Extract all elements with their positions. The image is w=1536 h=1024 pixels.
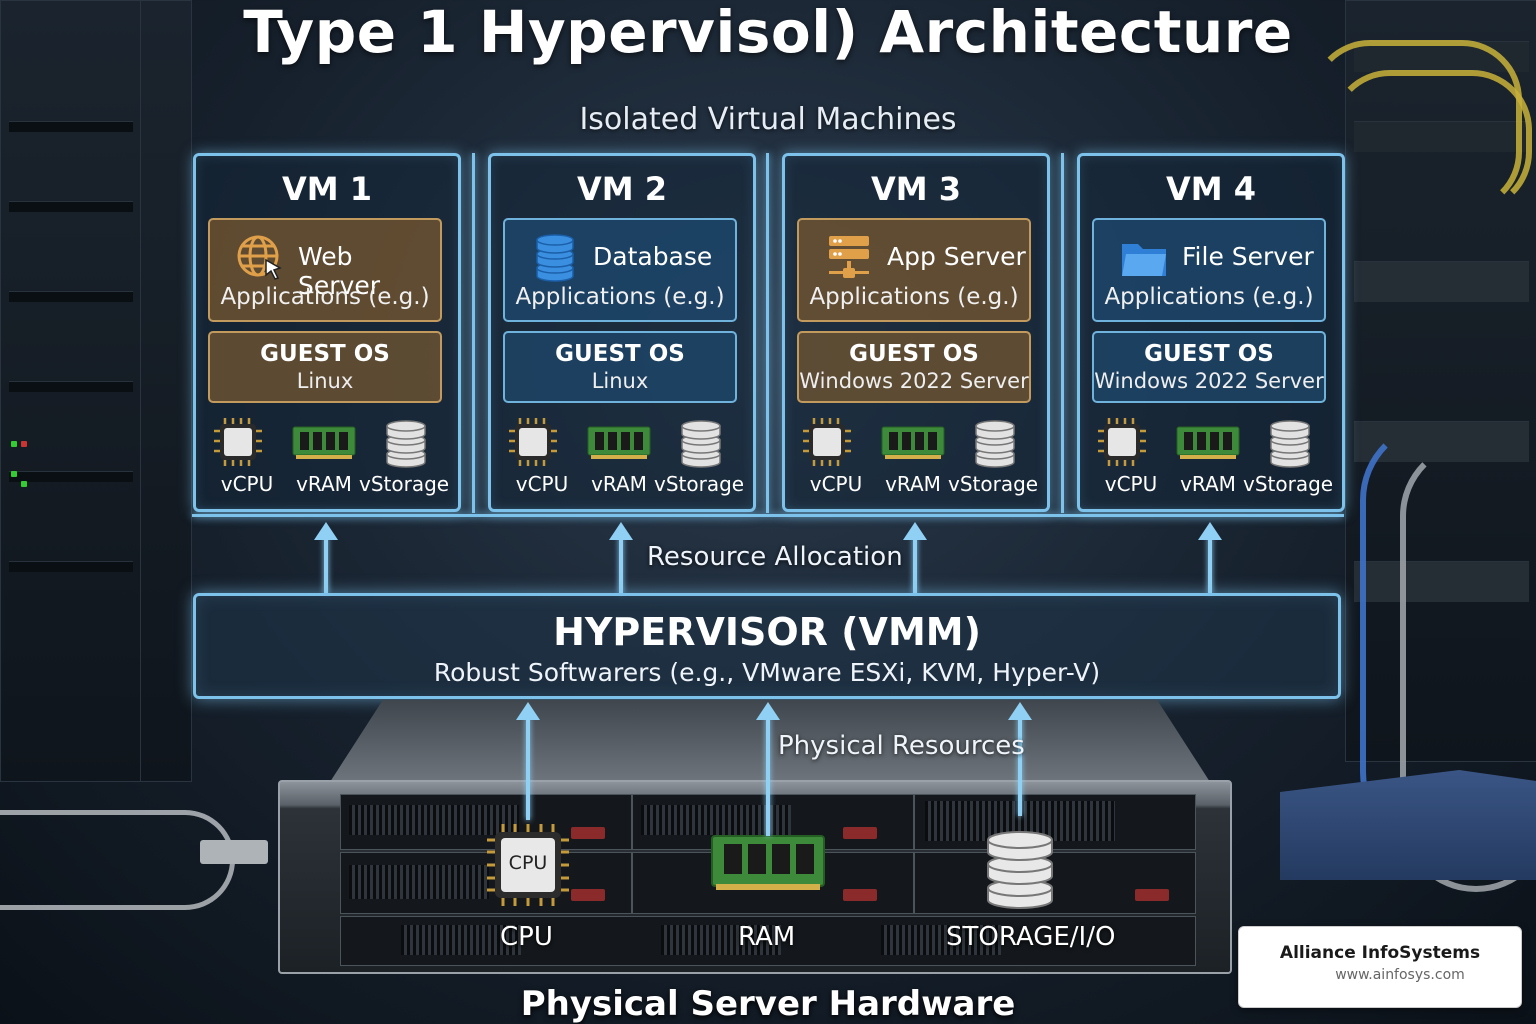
vstorage-icon xyxy=(679,418,743,468)
guest-os-box: GUEST OS Windows 2022 Server xyxy=(797,331,1031,403)
usb-plug xyxy=(200,840,268,864)
vcpu-icon xyxy=(213,417,277,466)
arrow-to-vm-4 xyxy=(1198,522,1222,594)
hypervisor-subtitle: Robust Softwarers (e.g., VMware ESXi, KV… xyxy=(433,658,1101,687)
application-name: App Server xyxy=(887,242,1026,271)
folder-icon xyxy=(1120,234,1168,282)
arrow-cpu-to-hypervisor xyxy=(516,702,540,820)
resource-label: vRAM xyxy=(591,472,647,496)
application-box: App Server Applications (e.g.) xyxy=(797,218,1031,322)
vcpu-icon xyxy=(1097,417,1161,466)
yellow-cables-2 xyxy=(1330,70,1532,212)
vm-title: VM 2 xyxy=(576,170,667,208)
application-box: Database Applications (e.g.) xyxy=(503,218,737,322)
storage-disk-icon xyxy=(987,831,1053,909)
vram-icon xyxy=(881,423,945,471)
vm-1-box: VM 1 Web Server Applications (e.g.) GUES… xyxy=(193,153,461,512)
application-subtitle: Applications (e.g.) xyxy=(1104,284,1314,310)
diagram-title: Type 1 Hypervisol) Architecture xyxy=(243,0,1293,66)
vm-baseline xyxy=(192,514,1344,517)
application-subtitle: Applications (e.g.) xyxy=(809,284,1019,310)
vm-4-box: VM 4 File Server Applications (e.g.) GUE… xyxy=(1077,153,1345,512)
brand-badge[interactable]: Alliance InfoSystems www.ainfosys.com xyxy=(1238,926,1522,1008)
resource-label: vStorage xyxy=(359,472,450,496)
guest-os-name: Linux xyxy=(296,369,354,393)
cpu-chip-label: CPU xyxy=(508,852,548,874)
application-box: Web Server Applications (e.g.) xyxy=(208,218,442,322)
guest-os-box: GUEST OS Linux xyxy=(208,331,442,403)
guest-os-title: GUEST OS xyxy=(1144,341,1274,367)
ram-label: RAM xyxy=(738,922,796,952)
cpu-label: CPU xyxy=(500,922,553,952)
hypervisor-box: HYPERVISOR (VMM) Robust Softwarers (e.g.… xyxy=(193,593,1341,699)
vm-separator xyxy=(1061,153,1064,513)
application-box: File Server Applications (e.g.) xyxy=(1092,218,1326,322)
guest-os-title: GUEST OS xyxy=(555,341,685,367)
resource-label: vStorage xyxy=(948,472,1039,496)
resource-label: vStorage xyxy=(654,472,745,496)
resource-label: vRAM xyxy=(1180,472,1236,496)
vm-title: VM 3 xyxy=(870,170,961,208)
vram-icon xyxy=(587,423,651,471)
physical-resources-label: Physical Resources xyxy=(778,731,1025,761)
storage-label: STORAGE/I/O xyxy=(946,922,1116,952)
ram-module-icon xyxy=(711,835,825,890)
resource-label: vRAM xyxy=(296,472,352,496)
guest-os-title: GUEST OS xyxy=(849,341,979,367)
vstorage-icon xyxy=(384,418,448,468)
resource-label: vRAM xyxy=(885,472,941,496)
diagram-subtitle: Isolated Virtual Machines xyxy=(579,102,957,137)
vm-title: VM 4 xyxy=(1165,170,1256,208)
vm-2-box: VM 2 Database Applications (e.g.) GUEST … xyxy=(488,153,756,512)
guest-os-box: GUEST OS Linux xyxy=(503,331,737,403)
arrow-to-vm-2 xyxy=(609,522,633,594)
vm-title: VM 1 xyxy=(281,170,372,208)
arrow-ram-to-hypervisor xyxy=(756,702,780,836)
application-name: Database xyxy=(593,242,713,271)
application-subtitle: Applications (e.g.) xyxy=(220,284,430,310)
application-name: File Server xyxy=(1182,242,1314,271)
brand-url[interactable]: www.ainfosys.com xyxy=(1239,967,1521,983)
vm-separator xyxy=(472,153,475,513)
resource-allocation-label: Resource Allocation xyxy=(647,542,903,572)
globe-cursor-icon xyxy=(236,234,284,282)
guest-os-box: GUEST OS Windows 2022 Server xyxy=(1092,331,1326,403)
vcpu-icon xyxy=(508,417,572,466)
hypervisor-title: HYPERVISOR (VMM) xyxy=(553,610,981,654)
vstorage-icon xyxy=(1268,418,1332,468)
database-icon xyxy=(531,234,579,282)
resource-label: vStorage xyxy=(1243,472,1334,496)
vcpu-icon xyxy=(802,417,866,466)
arrow-to-vm-3 xyxy=(903,522,927,594)
vm-3-box: VM 3 App Server Applications (e.g.) GUES… xyxy=(782,153,1050,512)
guest-os-title: GUEST OS xyxy=(260,341,390,367)
guest-os-name: Windows 2022 Server xyxy=(1094,369,1324,393)
brand-name: Alliance InfoSystems xyxy=(1279,943,1481,963)
vram-icon xyxy=(1176,423,1240,471)
application-subtitle: Applications (e.g.) xyxy=(515,284,725,310)
vram-icon xyxy=(292,423,356,471)
vstorage-icon xyxy=(973,418,1037,468)
arrow-to-vm-1 xyxy=(314,522,338,594)
guest-os-name: Linux xyxy=(591,369,649,393)
network-switch xyxy=(1280,770,1536,880)
vm-separator xyxy=(766,153,769,513)
guest-os-name: Windows 2022 Server xyxy=(799,369,1029,393)
server-network-icon xyxy=(825,234,873,282)
